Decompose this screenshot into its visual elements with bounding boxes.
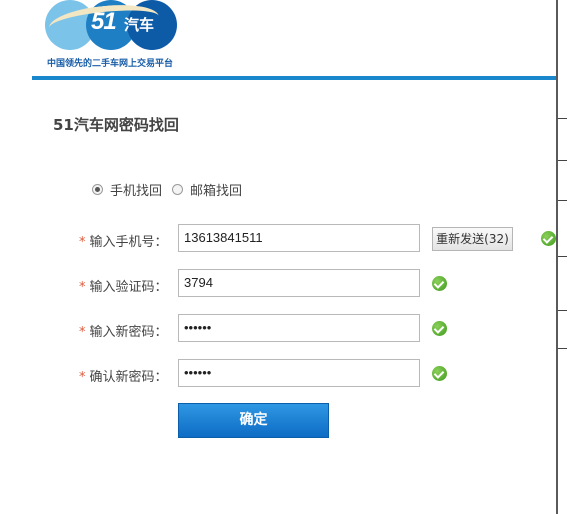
verification-code-input[interactable]: 3794 <box>178 269 420 297</box>
new-password-label: * 输入新密码： <box>79 321 168 340</box>
phone-input[interactable]: 13613841511 <box>178 224 420 252</box>
logo-number: 51 <box>91 8 117 35</box>
new-password-input[interactable]: •••••• <box>178 314 420 342</box>
confirm-password-label: * 确认新密码： <box>79 366 168 385</box>
check-circle-icon <box>541 231 556 246</box>
new-password-label-text: 输入新密码： <box>89 325 168 340</box>
check-circle-icon <box>432 276 447 291</box>
radio-icon[interactable] <box>172 184 184 195</box>
code-label-text: 输入验证码： <box>89 280 168 295</box>
site-header: 51 汽车 中国领先的二手车网上交易平台 <box>0 0 556 80</box>
radio-label: 邮箱找回 <box>190 184 243 199</box>
edge-mark <box>558 200 567 201</box>
submit-button[interactable]: 确定 <box>178 403 329 438</box>
edge-mark <box>558 256 567 257</box>
radio-label: 手机找回 <box>110 184 163 199</box>
resend-code-button[interactable]: 重新发送(32) <box>432 227 513 251</box>
page-title: 51汽车网密码找回 <box>53 116 179 134</box>
code-label: * 输入验证码： <box>79 276 168 295</box>
required-mark: * <box>79 235 86 250</box>
phone-label: * 输入手机号： <box>79 231 168 250</box>
edge-mark <box>558 310 567 311</box>
recovery-method-group: 手机找回 邮箱找回 <box>92 180 252 199</box>
header-divider <box>32 76 556 80</box>
edge-mark <box>558 160 567 161</box>
edge-mark <box>558 348 567 349</box>
radio-icon[interactable] <box>92 184 103 195</box>
phone-label-text: 输入手机号： <box>89 235 168 250</box>
edge-mark <box>558 118 567 119</box>
confirm-password-input[interactable]: •••••• <box>178 359 420 387</box>
logo-brand-text: 汽车 <box>124 16 155 34</box>
radio-phone-recovery[interactable]: 手机找回 <box>92 180 162 199</box>
required-mark: * <box>79 370 86 385</box>
required-mark: * <box>79 280 86 295</box>
adjacent-window-edge <box>556 0 569 514</box>
required-mark: * <box>79 325 86 340</box>
radio-email-recovery[interactable]: 邮箱找回 <box>172 180 242 199</box>
check-circle-icon <box>432 321 447 336</box>
check-circle-icon <box>432 366 447 381</box>
confirm-password-label-text: 确认新密码： <box>89 370 168 385</box>
site-slogan: 中国领先的二手车网上交易平台 <box>47 59 174 69</box>
